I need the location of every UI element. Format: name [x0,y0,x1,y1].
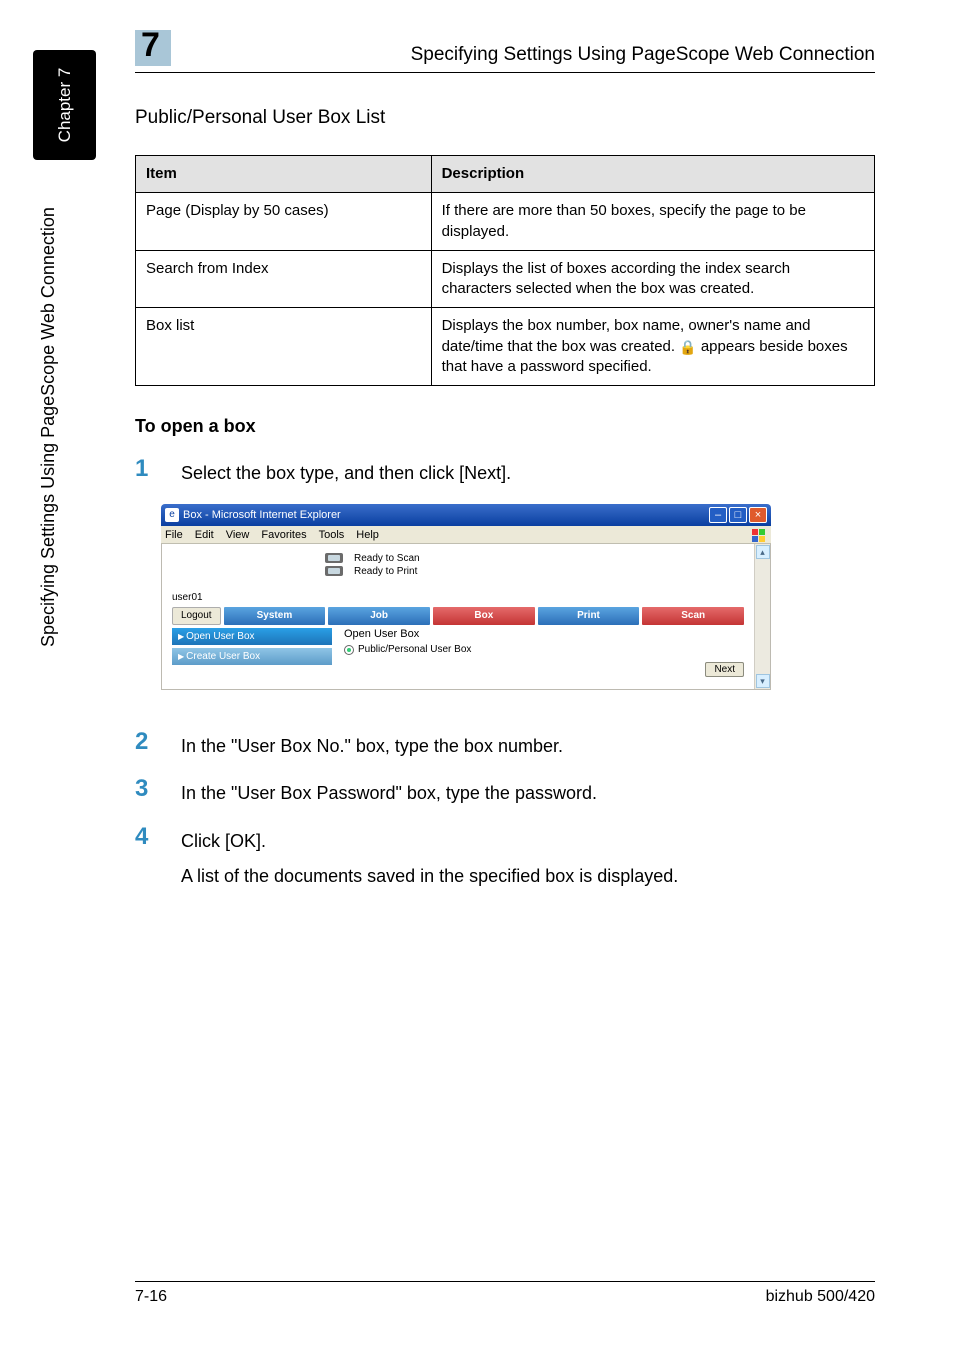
step-text: Select the box type, and then click [Nex… [181,457,875,486]
user-label: user01 [172,592,744,603]
triangle-icon: ▶ [178,652,184,661]
lock-icon: 🔒 [679,338,696,357]
window-title: Box - Microsoft Internet Explorer [183,509,341,521]
step-number: 2 [135,730,181,754]
menu-edit[interactable]: Edit [195,529,214,541]
tab-system[interactable]: System [224,607,326,625]
tab-print[interactable]: Print [538,607,640,625]
open-box-heading: To open a box [135,416,875,437]
sidebar-item-label: Open User Box [186,631,254,642]
menu-favorites[interactable]: Favorites [261,529,306,541]
step-text: In the "User Box No." box, type the box … [181,730,875,759]
sidebar-item-open-user-box[interactable]: ▶Open User Box [172,628,332,645]
radio-dot-icon [344,645,354,655]
running-title: Specifying Settings Using PageScope Web … [191,44,875,66]
step-subtext: A list of the documents saved in the spe… [181,864,875,889]
window-titlebar: e Box - Microsoft Internet Explorer – □ … [161,504,771,526]
table-row: Search from Index Displays the list of b… [136,250,875,308]
status-ready-print: Ready to Print [354,565,420,578]
th-item: Item [136,156,432,193]
windows-flag-icon [751,528,767,542]
chapter-tab: Chapter 7 [33,50,96,160]
menu-view[interactable]: View [226,529,250,541]
section-badge: 7 [135,30,171,66]
menu-file[interactable]: File [165,529,183,541]
table-row: Box list Displays the box number, box na… [136,308,875,386]
menubar: File Edit View Favorites Tools Help [161,526,771,544]
browser-screenshot: e Box - Microsoft Internet Explorer – □ … [161,504,771,690]
close-button[interactable]: × [749,507,767,523]
sidebar-item-create-user-box[interactable]: ▶Create User Box [172,648,332,665]
model-name: bizhub 500/420 [766,1288,875,1306]
cell-desc: If there are more than 50 boxes, specify… [431,193,874,251]
cell-item: Search from Index [136,250,432,308]
status-ready-scan: Ready to Scan [354,552,420,565]
step-text: Click [OK]. [181,825,875,854]
radio-label: Public/Personal User Box [358,644,471,655]
section-number: 7 [141,26,160,65]
step-number: 3 [135,777,181,801]
step-number: 4 [135,825,181,849]
tab-box[interactable]: Box [433,607,535,625]
scroll-up-icon[interactable]: ▴ [756,545,770,559]
table-row: Page (Display by 50 cases) If there are … [136,193,875,251]
logout-button[interactable]: Logout [172,607,221,625]
chapter-label: Chapter 7 [55,68,75,143]
panel-title: Open User Box [344,628,744,640]
th-desc: Description [431,156,874,193]
menu-help[interactable]: Help [356,529,379,541]
spec-table: Item Description Page (Display by 50 cas… [135,155,875,386]
subheading: Public/Personal User Box List [135,107,875,129]
maximize-button[interactable]: □ [729,507,747,523]
cell-item: Box list [136,308,432,386]
triangle-icon: ▶ [178,632,184,641]
tab-scan[interactable]: Scan [642,607,744,625]
ie-logo-icon: e [165,508,179,522]
scroll-down-icon[interactable]: ▾ [756,674,770,688]
cell-desc: Displays the list of boxes according the… [431,250,874,308]
sidebar-item-label: Create User Box [186,651,260,662]
radio-public-personal[interactable]: Public/Personal User Box [344,644,744,655]
scrollbar[interactable]: ▴ ▾ [754,544,770,689]
tab-job[interactable]: Job [328,607,430,625]
cell-item: Page (Display by 50 cases) [136,193,432,251]
next-button[interactable]: Next [705,662,744,677]
step-text: In the "User Box Password" box, type the… [181,777,875,806]
minimize-button[interactable]: – [709,507,727,523]
menu-tools[interactable]: Tools [319,529,345,541]
cell-desc: Displays the box number, box name, owner… [431,308,874,386]
printer-status-icon [322,552,348,578]
page-number: 7-16 [135,1288,167,1306]
step-number: 1 [135,457,181,481]
sidebar-title: Specifying Settings Using PageScope Web … [38,207,59,647]
